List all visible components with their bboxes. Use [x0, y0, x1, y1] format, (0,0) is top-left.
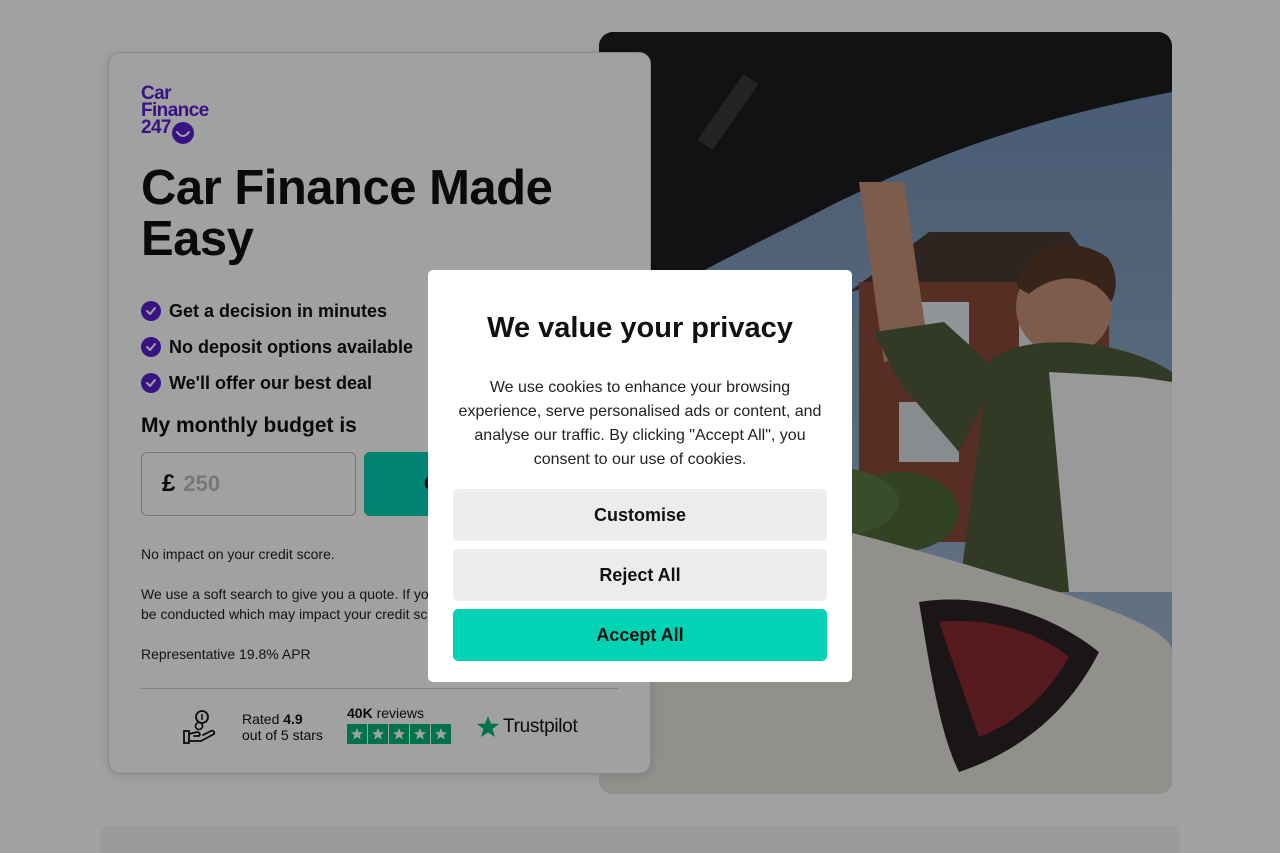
cookie-dialog-body: We use cookies to enhance your browsing … — [458, 379, 822, 468]
accept-all-button[interactable]: Accept All — [453, 609, 827, 661]
cookie-consent-dialog: We value your privacy We use cookies to … — [428, 270, 852, 682]
reject-all-button[interactable]: Reject All — [453, 549, 827, 601]
customise-button[interactable]: Customise — [453, 489, 827, 541]
cookie-dialog-title: We value your privacy — [487, 312, 793, 344]
